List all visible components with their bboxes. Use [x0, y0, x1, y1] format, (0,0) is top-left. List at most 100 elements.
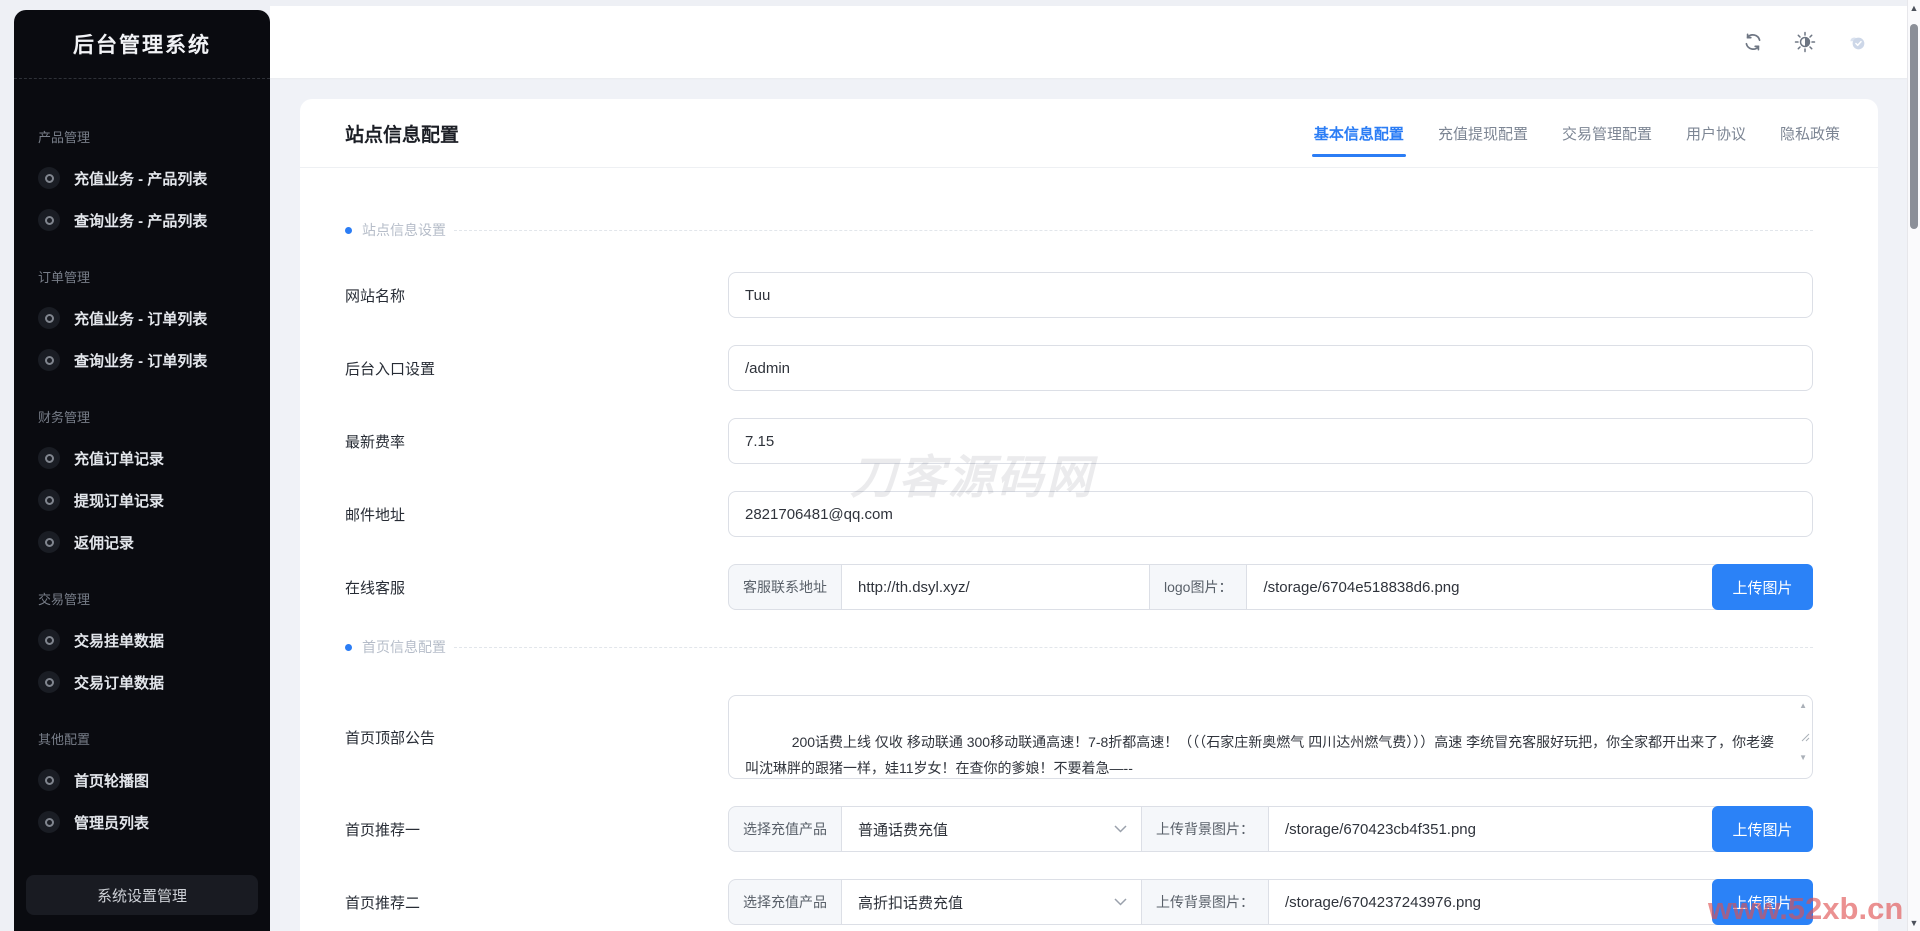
sidebar-item-label: 首页轮播图 — [74, 772, 150, 790]
sidebar-item-label: 管理员列表 — [74, 814, 150, 832]
section-dashed-line — [454, 229, 1813, 231]
field-label: 首页推荐一 — [345, 821, 421, 839]
sidebar-item-recharge-products[interactable]: 充值业务 - 产品列表 — [14, 157, 270, 199]
upload-rec1-bg-button[interactable]: 上传图片 — [1712, 806, 1813, 852]
field-label: 最新费率 — [345, 433, 406, 451]
chevron-down-icon — [1114, 898, 1127, 906]
field-label: 首页顶部公告 — [345, 729, 436, 747]
ring-icon — [38, 671, 60, 693]
service-addr-input[interactable] — [842, 564, 1150, 610]
section-dot-icon — [345, 643, 352, 651]
ring-icon — [38, 447, 60, 469]
scrollbar-up-icon[interactable]: ▲ — [1908, 3, 1920, 13]
logo-image-prepend: logo图片： — [1150, 564, 1248, 610]
sidebar-item-query-orders[interactable]: 查询业务 - 订单列表 — [14, 339, 270, 381]
sidebar-item-label: 查询业务 - 产品列表 — [74, 212, 208, 230]
tab-user-agreement[interactable]: 用户协议 — [1684, 99, 1748, 167]
form-body: 站点信息设置 网站名称 后台入口设置 最新费率 — [300, 220, 1878, 925]
sidebar-item-label: 交易订单数据 — [74, 674, 165, 692]
main-area: 站点信息配置 基本信息配置 充值提现配置 交易管理配置 用户协议 隐私政策 站点… — [270, 80, 1920, 931]
section-label: 站点信息设置 — [362, 222, 446, 238]
rec2-select-prepend: 选择充值产品 — [728, 879, 842, 925]
section-label: 首页信息配置 — [362, 639, 446, 655]
admin-path-input[interactable] — [728, 345, 1813, 391]
sidebar-item-trade-pending[interactable]: 交易挂单数据 — [14, 619, 270, 661]
logo-path-input[interactable] — [1247, 564, 1718, 610]
form-row-admin-path: 后台入口设置 — [345, 345, 1813, 391]
sidebar-item-recharge-records[interactable]: 充值订单记录 — [14, 437, 270, 479]
refresh-icon[interactable] — [1742, 31, 1764, 53]
sidebar-item-label: 返佣记录 — [74, 534, 135, 552]
home-notice-textarea[interactable]: 200话费上线 仅收 移动联通 300移动联通高速！7-8折都高速！（（（石家庄… — [728, 695, 1813, 779]
section-dashed-line — [454, 646, 1813, 648]
ring-icon — [38, 629, 60, 651]
sidebar-item-admin-list[interactable]: 管理员列表 — [14, 801, 270, 843]
sidebar-item-recharge-orders[interactable]: 充值业务 - 订单列表 — [14, 297, 270, 339]
card-header: 站点信息配置 基本信息配置 充值提现配置 交易管理配置 用户协议 隐私政策 — [300, 99, 1878, 168]
form-row-service: 在线客服 客服联系地址 logo图片： 上传图片 — [345, 564, 1813, 610]
sidebar-item-trade-orders[interactable]: 交易订单数据 — [14, 661, 270, 703]
upload-rec2-bg-button[interactable]: 上传图片 — [1712, 879, 1813, 925]
selected-option: 高折扣话费充值 — [858, 894, 964, 912]
site-name-input[interactable] — [728, 272, 1813, 318]
ring-icon — [38, 489, 60, 511]
system-settings-button[interactable]: 系统设置管理 — [26, 875, 258, 915]
service-addr-prepend: 客服联系地址 — [728, 564, 842, 610]
rec2-bg-prepend: 上传背景图片： — [1142, 879, 1269, 925]
notice-text: 200话费上线 仅收 移动联通 300移动联通高速！7-8折都高速！（（（石家庄… — [745, 734, 1775, 776]
sidebar-item-commission-records[interactable]: 返佣记录 — [14, 521, 270, 563]
form-row-rate: 最新费率 — [345, 418, 1813, 464]
sidebar-item-label: 查询业务 - 订单列表 — [74, 352, 208, 370]
sidebar-item-withdraw-records[interactable]: 提现订单记录 — [14, 479, 270, 521]
sidebar-item-label: 充值订单记录 — [74, 450, 165, 468]
field-label: 在线客服 — [345, 579, 406, 597]
settings-card: 站点信息配置 基本信息配置 充值提现配置 交易管理配置 用户协议 隐私政策 站点… — [300, 99, 1878, 931]
ring-icon — [38, 209, 60, 231]
avatar-badge-icon[interactable] — [1846, 31, 1868, 53]
rec1-product-select[interactable]: 普通话费充值 — [842, 806, 1142, 852]
ring-icon — [38, 167, 60, 189]
ring-icon — [38, 349, 60, 371]
sidebar-group-orders: 订单管理 — [38, 269, 91, 285]
section-site-info: 站点信息设置 — [345, 220, 1813, 240]
page-scrollbar[interactable]: ▲ ▼ — [1907, 0, 1920, 931]
form-row-recommend-2: 首页推荐二 选择充值产品 高折扣话费充值 上传背景图片： 上传图片 — [345, 879, 1813, 925]
field-label: 网站名称 — [345, 287, 406, 305]
scrollbar-thumb[interactable] — [1910, 24, 1918, 229]
form-row-recommend-1: 首页推荐一 选择充值产品 普通话费充值 上传背景图片： 上传图片 — [345, 806, 1813, 852]
rec1-bg-input[interactable] — [1269, 806, 1718, 852]
textarea-resize-handle-icon[interactable] — [1747, 698, 1810, 776]
tab-basic-info[interactable]: 基本信息配置 — [1311, 99, 1406, 167]
tab-recharge-withdraw[interactable]: 充值提现配置 — [1436, 99, 1530, 167]
sidebar-item-label: 提现订单记录 — [74, 492, 165, 510]
tab-privacy-policy[interactable]: 隐私政策 — [1778, 99, 1842, 167]
ring-icon — [38, 531, 60, 553]
sidebar: 后台管理系统 产品管理 充值业务 - 产品列表 查询业务 - 产品列表 订单管理… — [14, 10, 270, 931]
ring-icon — [38, 811, 60, 833]
tab-bar: 基本信息配置 充值提现配置 交易管理配置 用户协议 隐私政策 — [1311, 99, 1842, 167]
ring-icon — [38, 307, 60, 329]
rate-input[interactable] — [728, 418, 1813, 464]
sidebar-item-home-carousel[interactable]: 首页轮播图 — [14, 759, 270, 801]
sidebar-group-other: 其他配置 — [38, 731, 91, 747]
rec2-product-select[interactable]: 高折扣话费充值 — [842, 879, 1142, 925]
chevron-down-icon — [1114, 825, 1127, 833]
ring-icon — [38, 769, 60, 791]
sidebar-item-label: 充值业务 - 订单列表 — [74, 310, 208, 328]
section-home-info: 首页信息配置 — [345, 637, 1813, 657]
app-title: 后台管理系统 — [14, 10, 270, 79]
theme-toggle-icon[interactable] — [1794, 31, 1816, 53]
upload-logo-button[interactable]: 上传图片 — [1712, 564, 1813, 610]
sidebar-group-trade: 交易管理 — [38, 591, 91, 607]
sidebar-group-finance: 财务管理 — [38, 409, 91, 425]
sidebar-item-label: 充值业务 - 产品列表 — [74, 170, 208, 188]
field-label: 首页推荐二 — [345, 894, 421, 912]
email-input[interactable] — [728, 491, 1813, 537]
rec2-bg-input[interactable] — [1269, 879, 1718, 925]
sidebar-item-query-products[interactable]: 查询业务 - 产品列表 — [14, 199, 270, 241]
tab-trade-manage[interactable]: 交易管理配置 — [1560, 99, 1654, 167]
scrollbar-down-icon[interactable]: ▼ — [1908, 918, 1920, 928]
form-row-notice: 首页顶部公告 200话费上线 仅收 移动联通 300移动联通高速！7-8折都高速… — [345, 695, 1813, 779]
sidebar-group-products: 产品管理 — [38, 129, 91, 145]
top-header — [270, 6, 1920, 79]
